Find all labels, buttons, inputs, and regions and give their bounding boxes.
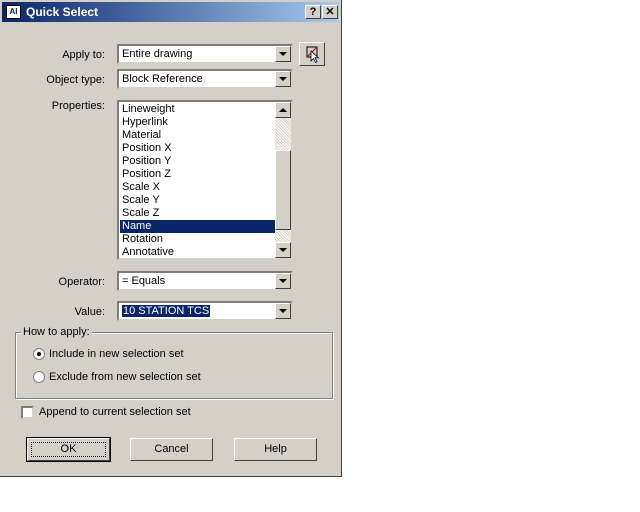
append-checkbox[interactable] [21,406,34,419]
list-item[interactable]: Position Z [120,168,279,181]
list-item[interactable]: Scale Z [120,207,279,220]
cancel-button-label: Cancel [154,443,189,455]
exclude-label[interactable]: Exclude from new selection set [49,371,201,383]
chevron-down-icon [279,309,287,313]
object-type-label: Object type: [46,74,105,86]
quick-select-dialog: AI Quick Select ? ✕ Apply to: Entire dra… [0,0,342,477]
object-type-dropdown-arrow[interactable] [275,71,291,87]
close-button[interactable]: ✕ [322,5,338,19]
value-input-text[interactable]: 10 STATION TCS [122,305,211,317]
include-radio[interactable] [33,348,45,360]
properties-list[interactable]: Lineweight Hyperlink Material Position X… [117,100,293,260]
apply-to-value: Entire drawing [122,48,193,60]
list-item[interactable]: Annotative [120,246,279,258]
title-bar[interactable]: AI Quick Select ? ✕ [2,2,339,22]
arrow-up-icon [279,108,287,112]
apply-to-dropdown-arrow[interactable] [275,46,291,62]
list-item[interactable]: Scale Y [120,194,279,207]
how-to-apply-title: How to apply: [21,326,92,338]
chevron-down-icon [279,279,287,283]
ok-button[interactable]: OK [26,437,111,462]
operator-dropdown[interactable]: = Equals [117,271,293,291]
apply-to-dropdown[interactable]: Entire drawing [117,44,293,64]
select-objects-icon [306,46,320,64]
apply-to-label: Apply to: [62,49,105,61]
window-title: Quick Select [26,5,99,19]
append-label[interactable]: Append to current selection set [39,406,191,418]
operator-value: = Equals [122,275,166,287]
object-type-dropdown[interactable]: Block Reference [117,69,293,89]
autocad-app-icon: AI [6,5,21,19]
operator-label: Operator: [58,276,105,288]
help-button[interactable]: Help [234,438,317,461]
value-dropdown[interactable]: 10 STATION TCS [117,301,293,321]
focus-rectangle [31,442,106,457]
properties-label: Properties: [51,100,105,112]
properties-scrollbar[interactable] [275,102,291,258]
scroll-up-button[interactable] [275,102,291,118]
scroll-thumb[interactable] [275,150,291,230]
exclude-radio[interactable] [33,371,45,383]
arrow-down-icon [279,248,287,252]
list-item[interactable]: Scale X [120,181,279,194]
list-item[interactable]: Material [120,129,279,142]
radio-selected-dot [37,352,41,356]
chevron-down-icon [279,52,287,56]
object-type-value: Block Reference [122,73,203,85]
include-label[interactable]: Include in new selection set [49,348,184,360]
chevron-down-icon [279,77,287,81]
operator-dropdown-arrow[interactable] [275,273,291,289]
help-button-label: Help [264,443,287,455]
cancel-button[interactable]: Cancel [130,438,213,461]
list-item-selected[interactable]: Name [120,220,279,233]
list-item[interactable]: Rotation [120,233,279,246]
list-item[interactable]: Position X [120,142,279,155]
how-to-apply-group [15,332,333,399]
list-item[interactable]: Lineweight [120,103,279,116]
help-title-button[interactable]: ? [305,5,321,19]
scroll-down-button[interactable] [275,242,291,258]
value-label: Value: [74,306,105,318]
list-item[interactable]: Hyperlink [120,116,279,129]
value-dropdown-arrow[interactable] [275,303,291,319]
list-item[interactable]: Position Y [120,155,279,168]
select-objects-button[interactable] [299,42,325,66]
